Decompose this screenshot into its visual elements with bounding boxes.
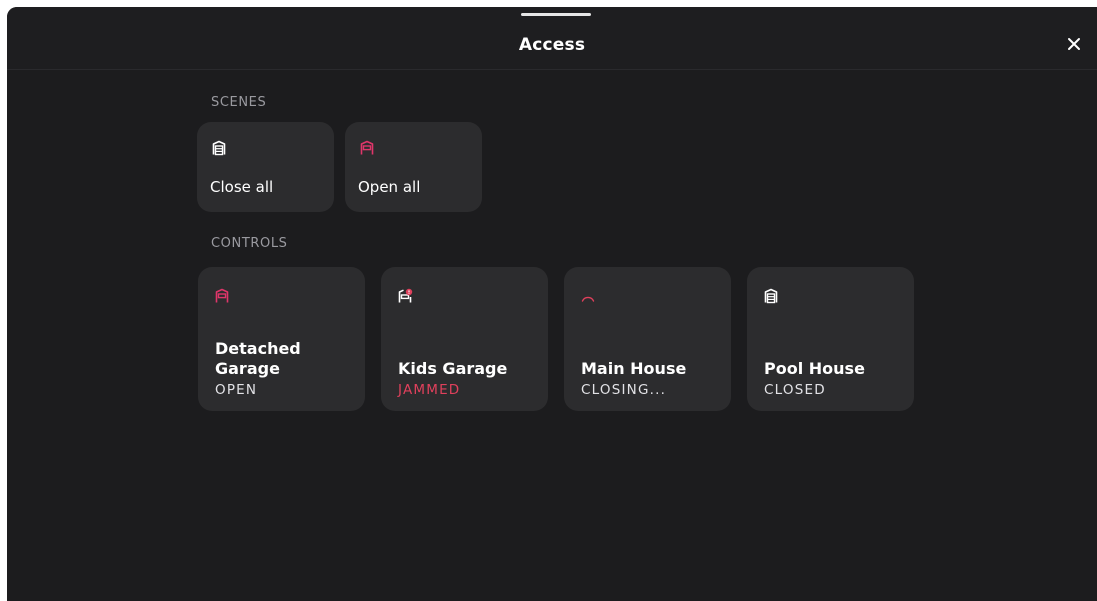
controls-section-label: CONTROLS: [211, 236, 288, 251]
garage-closed-icon: [763, 288, 779, 304]
drag-handle[interactable]: [521, 13, 591, 16]
control-name: Pool House: [764, 359, 865, 378]
loading-spinner-icon: [580, 288, 596, 304]
kids-garage-control[interactable]: Kids Garage JAMMED: [381, 267, 548, 411]
control-status: CLOSING...: [581, 382, 667, 398]
close-icon: [1063, 33, 1085, 55]
page-title: Access: [518, 35, 586, 55]
control-name: Detached Garage: [215, 339, 301, 378]
garage-alert-icon: [397, 288, 413, 304]
control-status: CLOSED: [764, 382, 826, 398]
scenes-section-label: SCENES: [211, 95, 267, 110]
close-button[interactable]: [1063, 33, 1085, 55]
open-all-label: Open all: [358, 178, 421, 196]
panel-header: Access: [7, 7, 1097, 70]
pool-house-control[interactable]: Pool House CLOSED: [747, 267, 914, 411]
control-status: JAMMED: [398, 382, 461, 398]
garage-open-icon: [359, 140, 375, 156]
access-panel: Access SCENES Close all Open all CONTROL…: [7, 7, 1097, 601]
garage-closed-icon: [211, 140, 227, 156]
close-all-label: Close all: [210, 178, 274, 196]
control-name: Main House: [581, 359, 687, 378]
control-name: Kids Garage: [398, 359, 508, 378]
open-all-scene-button[interactable]: Open all: [345, 122, 482, 212]
close-all-scene-button[interactable]: Close all: [197, 122, 334, 212]
garage-open-icon: [214, 288, 230, 304]
detached-garage-control[interactable]: Detached Garage OPEN: [198, 267, 365, 411]
control-status: OPEN: [215, 382, 258, 398]
main-house-control[interactable]: Main House CLOSING...: [564, 267, 731, 411]
